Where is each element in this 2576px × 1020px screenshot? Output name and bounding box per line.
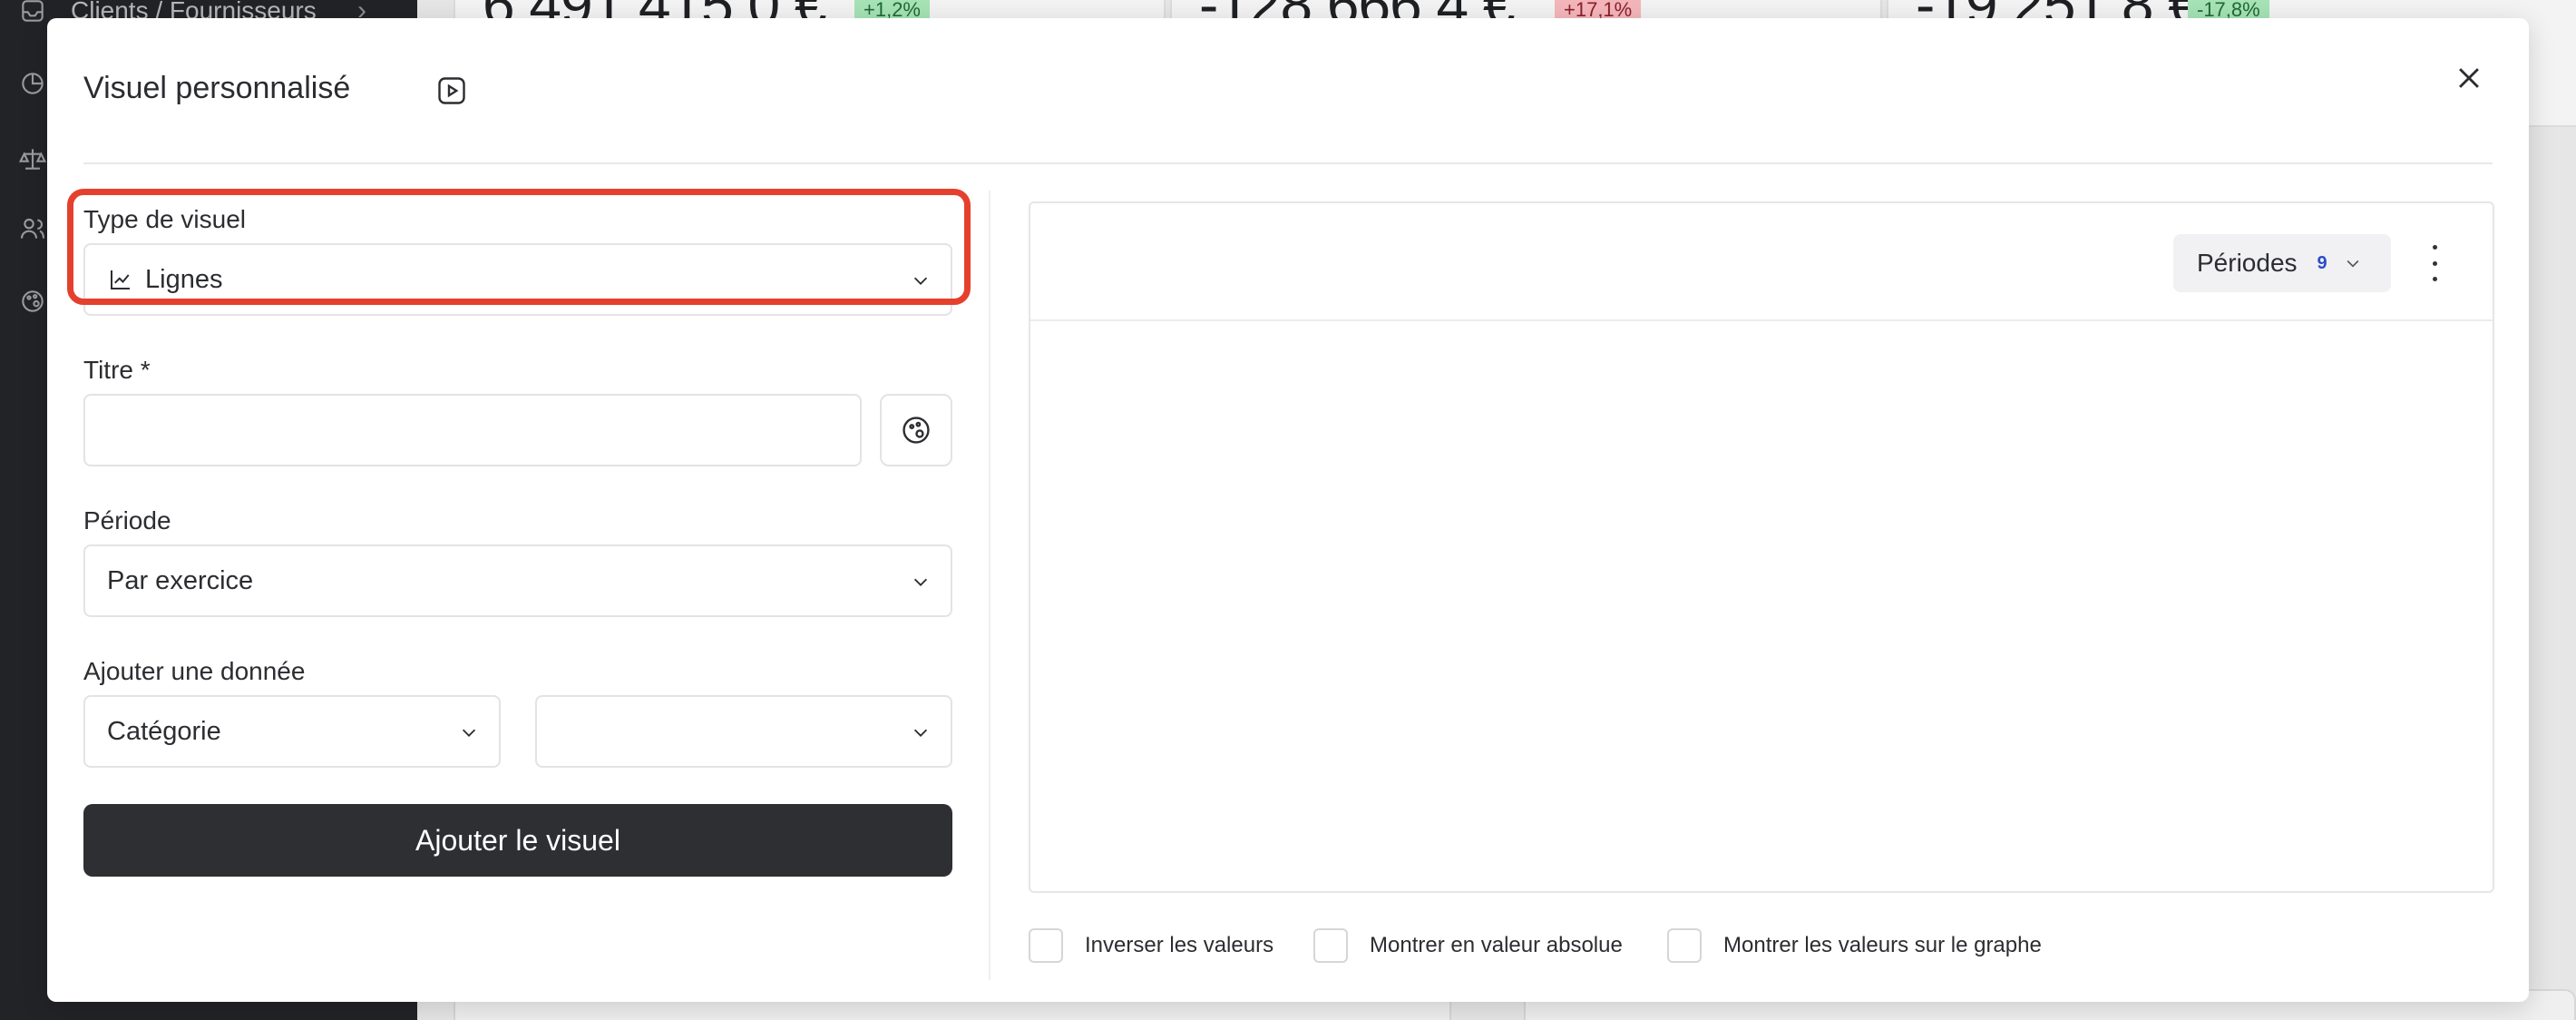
chevron-down-icon <box>2347 260 2359 268</box>
show-values-checkbox[interactable] <box>1667 928 1702 963</box>
show-values-label: Montrer les valeurs sur le graphe <box>1723 933 2042 957</box>
periods-label: Périodes <box>2197 249 2298 277</box>
period-value: Par exercice <box>107 565 254 595</box>
category-select[interactable]: Catégorie <box>83 695 501 768</box>
close-icon <box>2459 68 2479 88</box>
category-value: Catégorie <box>107 716 221 746</box>
chevron-down-icon <box>462 729 476 737</box>
header-divider <box>83 162 2493 164</box>
users-icon <box>20 218 45 239</box>
add-visual-button[interactable]: Ajouter le visuel <box>83 804 952 877</box>
palette-icon <box>903 417 930 444</box>
period-label: Période <box>83 506 171 535</box>
modal-title: Visuel personnalisé <box>83 71 351 105</box>
preview-divider <box>1030 319 2493 321</box>
line-chart-icon <box>111 270 130 289</box>
invert-values-checkbox[interactable] <box>1029 928 1063 963</box>
show-values-option[interactable]: Montrer les valeurs sur le graphe <box>1667 928 2042 963</box>
periods-dropdown[interactable]: Périodes 9 <box>2173 234 2391 292</box>
inbox-icon <box>22 0 44 22</box>
more-options-icon[interactable] <box>2425 245 2444 281</box>
periods-count-badge: 9 <box>2317 252 2327 273</box>
chevron-down-icon <box>913 578 928 586</box>
scale-icon <box>18 149 47 170</box>
color-picker-button[interactable] <box>880 394 952 466</box>
play-video-icon[interactable] <box>435 74 468 107</box>
absolute-value-checkbox[interactable] <box>1313 928 1348 963</box>
custom-visual-modal: Visuel personnalisé Type de visuel Ligne… <box>47 18 2529 1002</box>
data-select[interactable] <box>535 695 952 768</box>
palette-icon <box>22 290 44 312</box>
period-select[interactable]: Par exercice <box>83 544 952 617</box>
title-input[interactable] <box>83 394 862 466</box>
close-button[interactable] <box>2451 60 2487 96</box>
visual-type-value: Lignes <box>145 264 223 294</box>
column-divider <box>989 191 990 980</box>
chart-preview: Périodes 9 <box>1029 201 2494 893</box>
absolute-value-label: Montrer en valeur absolue <box>1370 933 1623 957</box>
visual-type-label: Type de visuel <box>83 205 246 233</box>
chevron-down-icon <box>913 729 928 737</box>
add-data-label: Ajouter une donnée <box>83 657 306 685</box>
chevron-down-icon <box>913 277 928 285</box>
invert-values-option[interactable]: Inverser les valeurs <box>1029 928 1273 963</box>
pie-chart-icon <box>22 73 44 94</box>
title-label: Titre * <box>83 356 151 384</box>
invert-values-label: Inverser les valeurs <box>1085 933 1274 957</box>
visual-type-select[interactable]: Lignes <box>83 243 952 316</box>
absolute-value-option[interactable]: Montrer en valeur absolue <box>1313 928 1623 963</box>
